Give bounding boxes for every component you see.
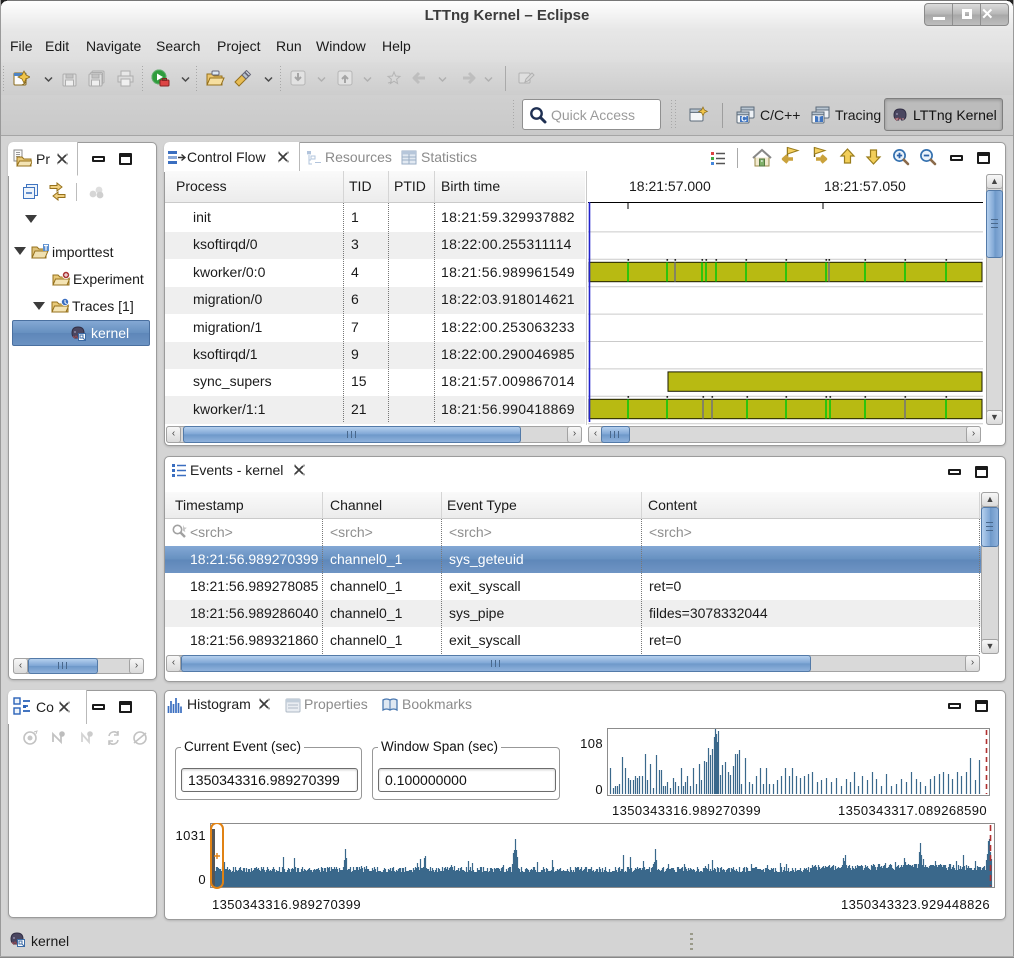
svg-text:T: T [817,115,822,124]
svg-text:C: C [741,115,747,124]
